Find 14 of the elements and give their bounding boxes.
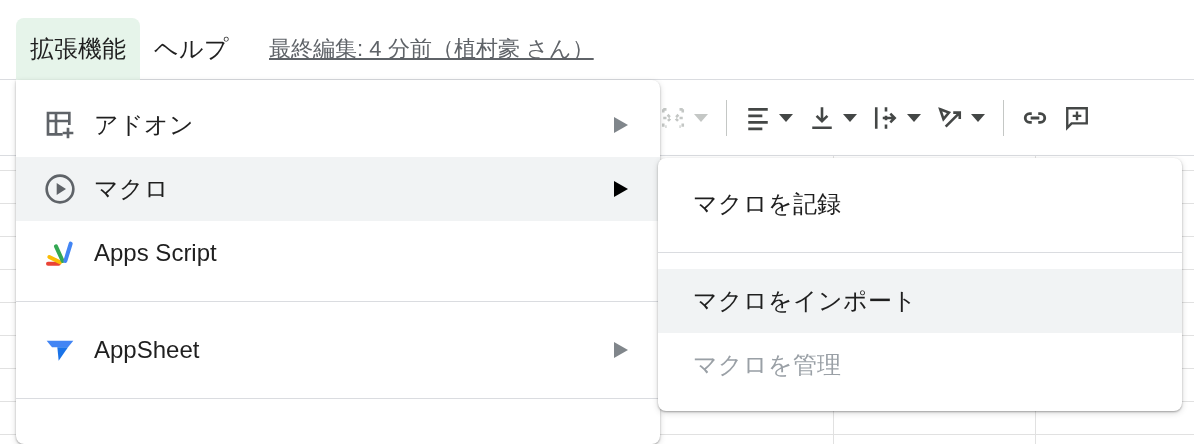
align-bottom-icon [809,104,835,131]
menu-item[interactable]: AppSheet [16,318,660,382]
menu-item[interactable]: マクロ [16,157,660,221]
menu-item[interactable]: Apps Script [16,221,660,285]
last-edit-link[interactable]: 最終編集: 4 分前（植村豪 さん） [269,33,594,64]
menu-item[interactable]: アドオン [16,93,660,157]
text-wrap-icon [873,104,899,131]
menu-tab[interactable]: ヘルプ [140,17,243,80]
add-comment-icon [1064,104,1090,131]
menu-item[interactable]: マクロをインポート [658,269,1182,333]
menu-item[interactable]: マクロを記録 [658,172,1182,236]
play-circle-icon [44,173,76,205]
add-on-icon [44,109,76,141]
menu-tab[interactable]: 拡張機能 [16,17,140,80]
